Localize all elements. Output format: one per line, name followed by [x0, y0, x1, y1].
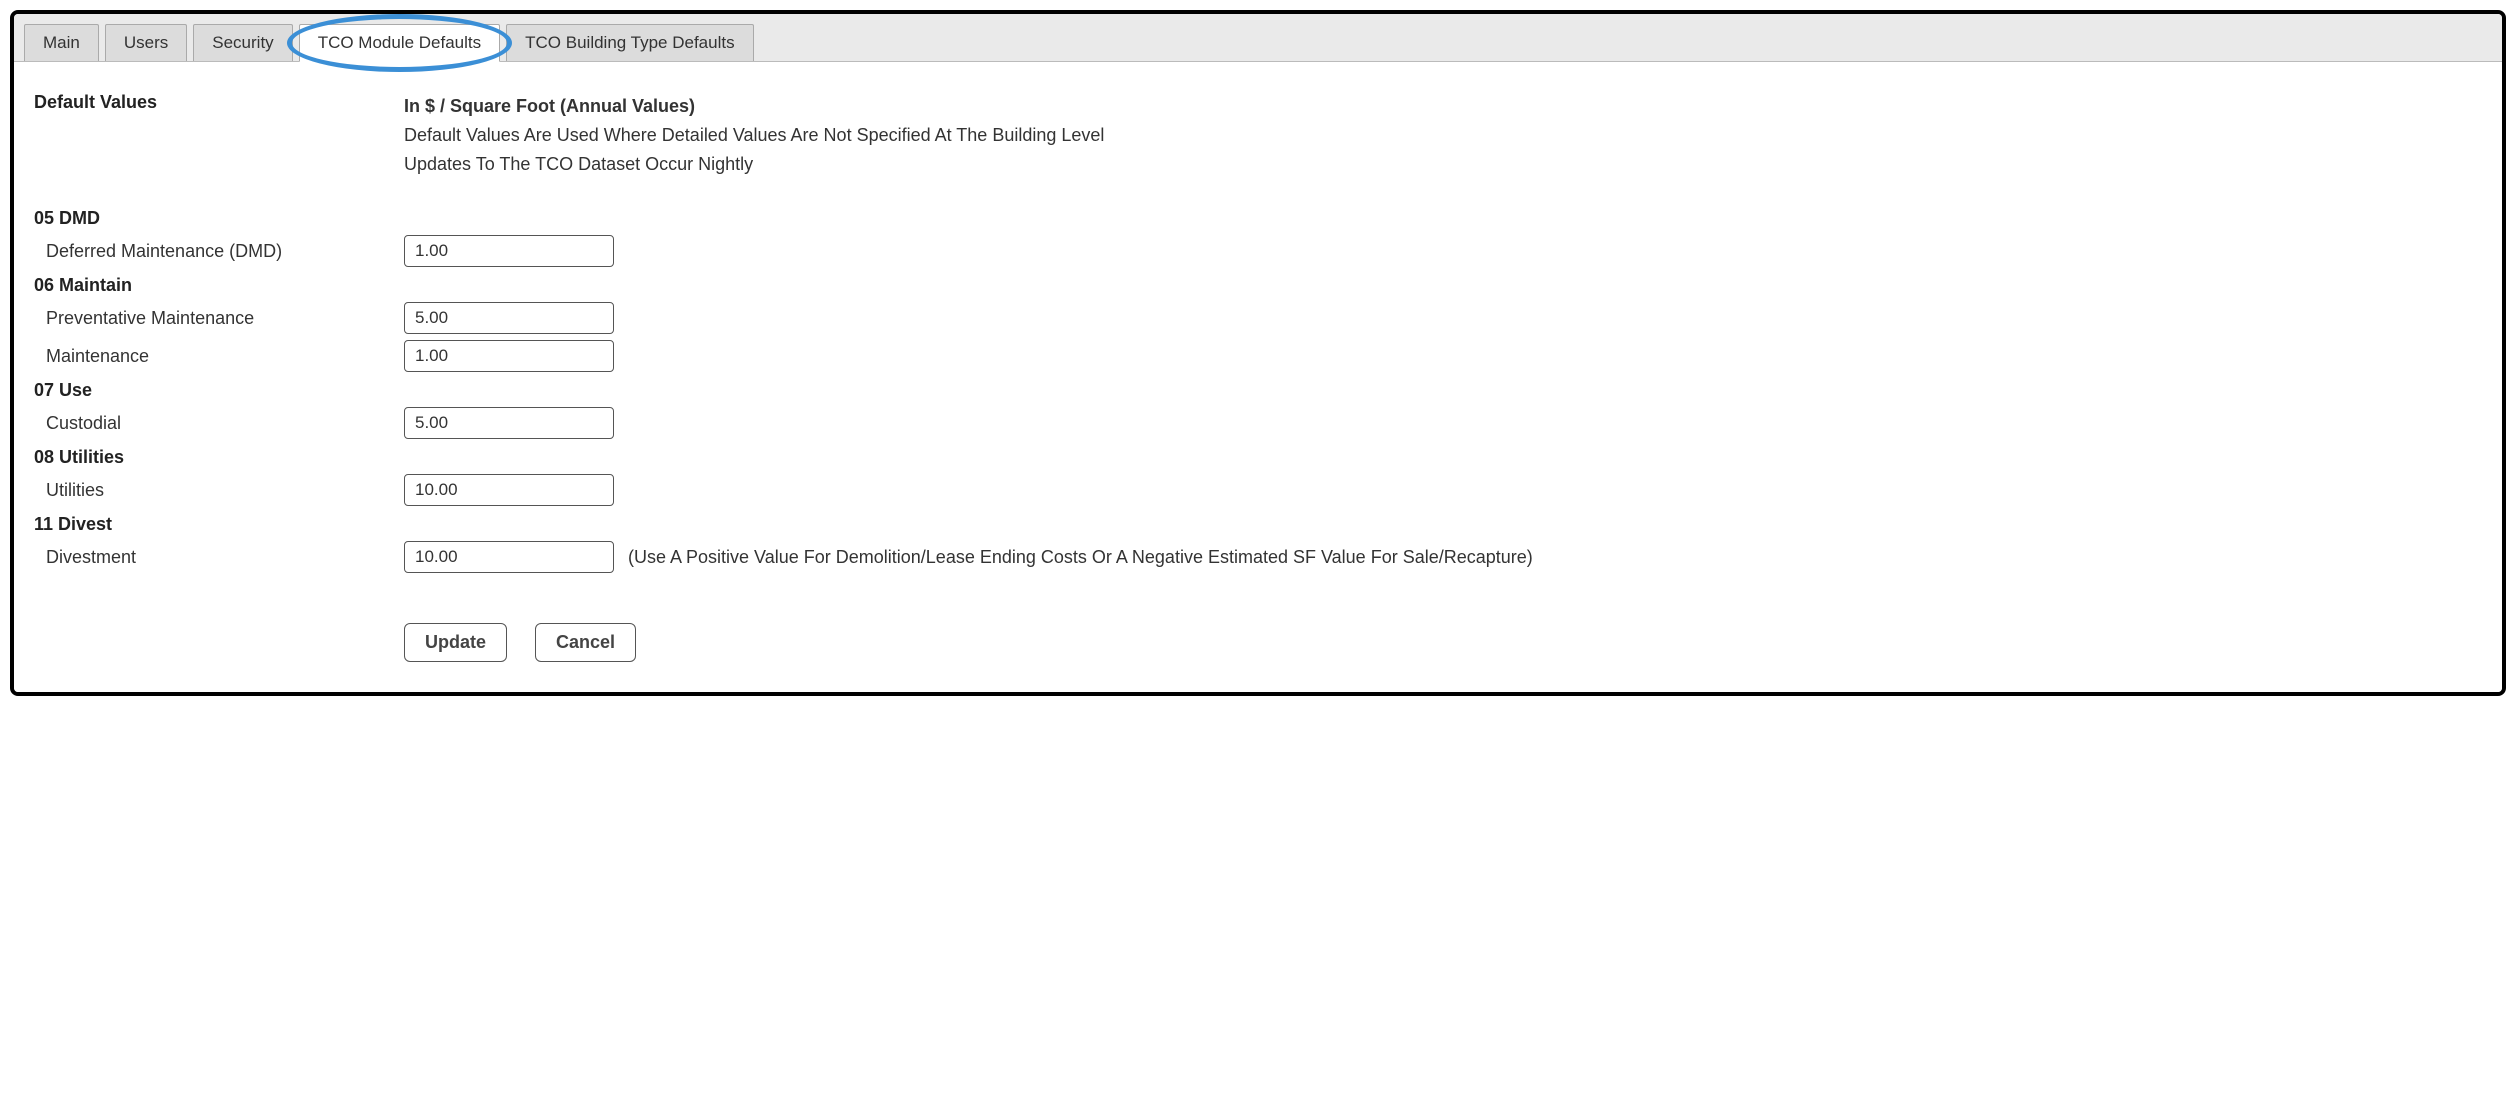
- field-row: Custodial: [34, 407, 2482, 439]
- default-values-title: Default Values: [34, 92, 404, 113]
- tab-bar: MainUsersSecurityTCO Module DefaultsTCO …: [14, 14, 2502, 62]
- group-header: 06 Maintain: [34, 275, 2482, 296]
- group-header: 05 DMD: [34, 208, 2482, 229]
- field-row: Deferred Maintenance (DMD): [34, 235, 2482, 267]
- field-row: Utilities: [34, 474, 2482, 506]
- field-label: Preventative Maintenance: [34, 308, 404, 329]
- button-row: Update Cancel: [404, 623, 2482, 662]
- group-header: 07 Use: [34, 380, 2482, 401]
- cancel-button[interactable]: Cancel: [535, 623, 636, 662]
- field-row: Divestment (Use A Positive Value For Demo…: [34, 541, 2482, 573]
- field-label: Divestment: [34, 547, 404, 568]
- field-label: Utilities: [34, 480, 404, 501]
- tab-security[interactable]: Security: [193, 24, 292, 61]
- field-label: Deferred Maintenance (DMD): [34, 241, 404, 262]
- field-label: Maintenance: [34, 346, 404, 367]
- header-section: Default Values In $ / Square Foot (Annua…: [34, 92, 2482, 178]
- content-panel: Default Values In $ / Square Foot (Annua…: [14, 62, 2502, 692]
- field-input-preventative-maintenance[interactable]: [404, 302, 614, 334]
- fields-container: 05 DMD Deferred Maintenance (DMD) 06 Maint…: [34, 208, 2482, 573]
- field-input-divestment[interactable]: [404, 541, 614, 573]
- field-label: Custodial: [34, 413, 404, 434]
- field-input-maintenance[interactable]: [404, 340, 614, 372]
- tab-main[interactable]: Main: [24, 24, 99, 61]
- group-header: 11 Divest: [34, 514, 2482, 535]
- update-button[interactable]: Update: [404, 623, 507, 662]
- field-input-deferred-maintenance-dmd-[interactable]: [404, 235, 614, 267]
- header-description-line-1: Default Values Are Used Where Detailed V…: [404, 121, 2482, 150]
- tab-tco-building-type-defaults[interactable]: TCO Building Type Defaults: [506, 24, 753, 61]
- tab-users[interactable]: Users: [105, 24, 187, 61]
- header-description-line-2: Updates To The TCO Dataset Occur Nightly: [404, 150, 2482, 179]
- application-frame: MainUsersSecurityTCO Module DefaultsTCO …: [10, 10, 2506, 696]
- field-row: Preventative Maintenance: [34, 302, 2482, 334]
- field-input-utilities[interactable]: [404, 474, 614, 506]
- field-hint: (Use A Positive Value For Demolition/Lea…: [628, 547, 1533, 568]
- field-row: Maintenance: [34, 340, 2482, 372]
- tab-tco-module-defaults[interactable]: TCO Module Defaults: [299, 24, 500, 62]
- header-units-line: In $ / Square Foot (Annual Values): [404, 92, 2482, 121]
- field-input-custodial[interactable]: [404, 407, 614, 439]
- group-header: 08 Utilities: [34, 447, 2482, 468]
